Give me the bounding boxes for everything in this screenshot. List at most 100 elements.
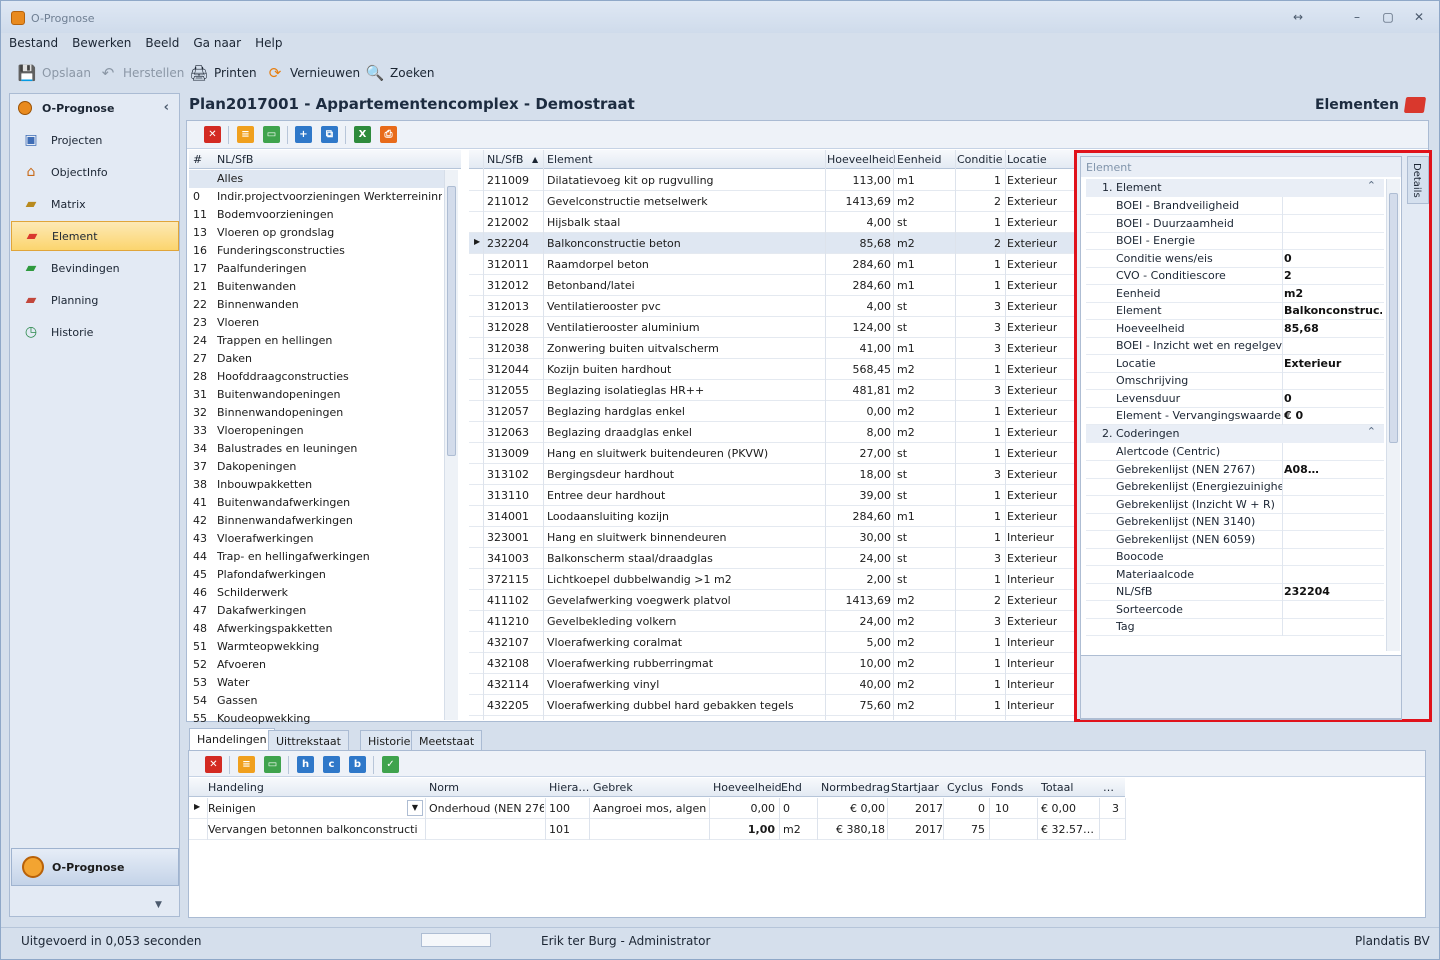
nav-item-bevindingen[interactable]: ▰ Bevindingen xyxy=(11,253,179,283)
element-row[interactable]: 313102 Bergingsdeur hardhout 18,00 st 3 Exter… xyxy=(469,464,1075,485)
property-row[interactable]: Tag xyxy=(1086,618,1384,636)
property-row[interactable]: Alertcode (Centric) xyxy=(1086,443,1384,461)
element-row[interactable]: 432107 Vloerafwerking coralmat 5,00 m2 1 Inte… xyxy=(469,632,1075,653)
col-hoeveelheid[interactable]: Hoeveelheid xyxy=(713,781,782,794)
property-row[interactable]: BOEI - Inzicht wet en regelgeving xyxy=(1086,337,1384,355)
details-scrollbar[interactable] xyxy=(1386,179,1400,651)
col-normbedrag[interactable]: Normbedrag xyxy=(821,781,890,794)
property-row[interactable]: Gebrekenlijst (NEN 2767) A08… xyxy=(1086,461,1384,479)
h-icon[interactable]: h xyxy=(297,756,314,773)
tree-row[interactable]: 53 Water xyxy=(189,674,444,692)
element-row[interactable]: 432205 Vloerafwerking dubbel hard gebakke… xyxy=(469,695,1075,716)
c-icon[interactable]: c xyxy=(323,756,340,773)
category-element[interactable]: 1. Element ⌃ xyxy=(1086,179,1384,197)
delete-action-icon[interactable]: ✕ xyxy=(205,756,222,773)
col-ehd[interactable]: Ehd xyxy=(781,781,802,794)
excel-icon[interactable]: X xyxy=(354,126,371,143)
tree-row[interactable]: 28 Hoofddraagconstructies xyxy=(189,368,444,386)
col-gebrek[interactable]: Gebrek xyxy=(593,781,633,794)
print-button[interactable]: 🖨 Printen xyxy=(189,61,256,85)
search-button[interactable]: 🔍 Zoeken xyxy=(365,61,435,85)
tree-row[interactable]: 31 Buitenwandopeningen xyxy=(189,386,444,404)
col-number[interactable]: # xyxy=(193,153,202,166)
nav-item-planning[interactable]: ▰ Planning xyxy=(11,285,179,315)
nav-item-element[interactable]: ▰ Element xyxy=(11,221,179,251)
property-row[interactable]: NL/SfB 232204 xyxy=(1086,583,1384,601)
property-row[interactable]: Element - Vervangingswaarde € 0 xyxy=(1086,407,1384,425)
col-fonds[interactable]: Fonds xyxy=(991,781,1023,794)
col-handeling[interactable]: Handeling xyxy=(208,781,264,794)
element-row[interactable]: 312013 Ventilatierooster pvc 4,00 st 3 Exteri… xyxy=(469,296,1075,317)
tree-row[interactable]: 24 Trappen en hellingen xyxy=(189,332,444,350)
property-row[interactable]: Levensduur 0 xyxy=(1086,390,1384,408)
element-row[interactable]: 313009 Hang en sluitwerk buitendeuren (PK… xyxy=(469,443,1075,464)
element-row[interactable]: 312038 Zonwering buiten uitvalscherm 41,00… xyxy=(469,338,1075,359)
col-conditie[interactable]: Conditie xyxy=(957,153,1003,166)
undo-button[interactable]: ↶ Herstellen xyxy=(98,61,185,85)
collapse-icon[interactable]: ⌃ xyxy=(1367,179,1376,192)
tree-row[interactable]: 42 Binnenwandafwerkingen xyxy=(189,512,444,530)
tab-handelingen[interactable]: Handelingen xyxy=(189,728,275,751)
element-row[interactable]: 323001 Hang en sluitwerk binnendeuren 30,0… xyxy=(469,527,1075,548)
tree-row[interactable]: 13 Vloeren op grondslag xyxy=(189,224,444,242)
tree-row[interactable]: 38 Inbouwpakketten xyxy=(189,476,444,494)
property-row[interactable]: BOEI - Energie xyxy=(1086,232,1384,250)
check-icon[interactable]: ✓ xyxy=(382,756,399,773)
col-locatie[interactable]: Locatie xyxy=(1007,153,1047,166)
nav-item-objectinfo[interactable]: ⌂ ObjectInfo xyxy=(11,157,179,187)
nav-item-projecten[interactable]: ▣ Projecten xyxy=(11,125,179,155)
refresh-button[interactable]: ⟳ Vernieuwen xyxy=(265,61,360,85)
tree-row[interactable]: 0 Indir.projectvoorzieningen Werkterreini… xyxy=(189,188,444,206)
action-row[interactable]: Vervangen betonnen balkonconstructie 101 1… xyxy=(189,819,1125,840)
menu-bestand[interactable]: Bestand xyxy=(1,33,64,50)
tree-row[interactable]: 22 Binnenwanden xyxy=(189,296,444,314)
property-row[interactable]: Materiaalcode xyxy=(1086,566,1384,584)
tree-row[interactable]: 54 Gassen xyxy=(189,692,444,710)
property-row[interactable]: CVO - Conditiescore 2 xyxy=(1086,267,1384,285)
element-row[interactable]: 211009 Dilatatievoeg kit op rugvulling 113… xyxy=(469,170,1075,191)
menu-bewerken[interactable]: Bewerken xyxy=(64,33,137,50)
tree-row[interactable]: 16 Funderingsconstructies xyxy=(189,242,444,260)
menu-beeld[interactable]: Beeld xyxy=(137,33,185,50)
minimize-button[interactable]: – xyxy=(1346,9,1368,25)
menu-ga-naar[interactable]: Ga naar xyxy=(185,33,247,50)
property-row[interactable]: Gebrekenlijst (NEN 6059) xyxy=(1086,531,1384,549)
tree-row[interactable]: 44 Trap- en hellingafwerkingen xyxy=(189,548,444,566)
print-icon[interactable]: ⎙ xyxy=(380,126,397,143)
element-row[interactable]: 312055 Beglazing isolatieglas HR++ 481,81 m… xyxy=(469,380,1075,401)
details-tab[interactable]: Details xyxy=(1407,156,1429,204)
nav-item-matrix[interactable]: ▰ Matrix xyxy=(11,189,179,219)
nav-item-historie[interactable]: ◷ Historie xyxy=(11,317,179,347)
col-more[interactable]: … xyxy=(1103,781,1114,794)
tree-row[interactable]: 51 Warmteopwekking xyxy=(189,638,444,656)
duplicate-icon[interactable]: ⧉ xyxy=(321,126,338,143)
tree-row[interactable]: 43 Vloerafwerkingen xyxy=(189,530,444,548)
menu-help[interactable]: Help xyxy=(247,33,288,50)
tree-row[interactable]: 11 Bodemvoorzieningen xyxy=(189,206,444,224)
add-icon[interactable]: + xyxy=(295,126,312,143)
element-row[interactable]: 372115 Lichtkoepel dubbelwandig >1 m2 2,00… xyxy=(469,569,1075,590)
tree-row[interactable]: 52 Afvoeren xyxy=(189,656,444,674)
property-row[interactable]: Locatie Exterieur xyxy=(1086,355,1384,373)
property-row[interactable]: BOEI - Duurzaamheid xyxy=(1086,215,1384,233)
tree-row[interactable]: 45 Plafondafwerkingen xyxy=(189,566,444,584)
element-row[interactable]: 312011 Raamdorpel beton 284,60 m1 1 Exterieur xyxy=(469,254,1075,275)
tree-row[interactable]: 21 Buitenwanden xyxy=(189,278,444,296)
resize-icon[interactable]: ↔ xyxy=(1287,9,1309,25)
element-row[interactable]: 313110 Entree deur hardhout 39,00 st 1 Exteri… xyxy=(469,485,1075,506)
tree-scroll-thumb[interactable] xyxy=(447,186,456,456)
property-row[interactable]: Gebrekenlijst (Inzicht W + R) xyxy=(1086,496,1384,514)
element-row[interactable]: 212002 Hijsbalk staal 4,00 st 1 Exterieur xyxy=(469,212,1075,233)
col-cyclus[interactable]: Cyclus xyxy=(947,781,983,794)
col-element[interactable]: Element xyxy=(547,153,593,166)
col-totaal[interactable]: Totaal xyxy=(1041,781,1073,794)
nav-module-button[interactable]: O-Prognose xyxy=(11,848,179,886)
property-row[interactable]: Omschrijving xyxy=(1086,372,1384,390)
tree-row[interactable]: Alles xyxy=(189,170,444,188)
element-row[interactable]: 211012 Gevelconstructie metselwerk 1413,69… xyxy=(469,191,1075,212)
property-row[interactable]: Sorteercode xyxy=(1086,601,1384,619)
tree-row[interactable]: 27 Daken xyxy=(189,350,444,368)
property-row[interactable]: Conditie wens/eis 0 xyxy=(1086,250,1384,268)
col-nlsfb-code[interactable]: NL/SfB xyxy=(487,153,523,166)
element-row[interactable]: 411210 Gevelbekleding volkern 24,00 m2 3 Exte… xyxy=(469,611,1075,632)
